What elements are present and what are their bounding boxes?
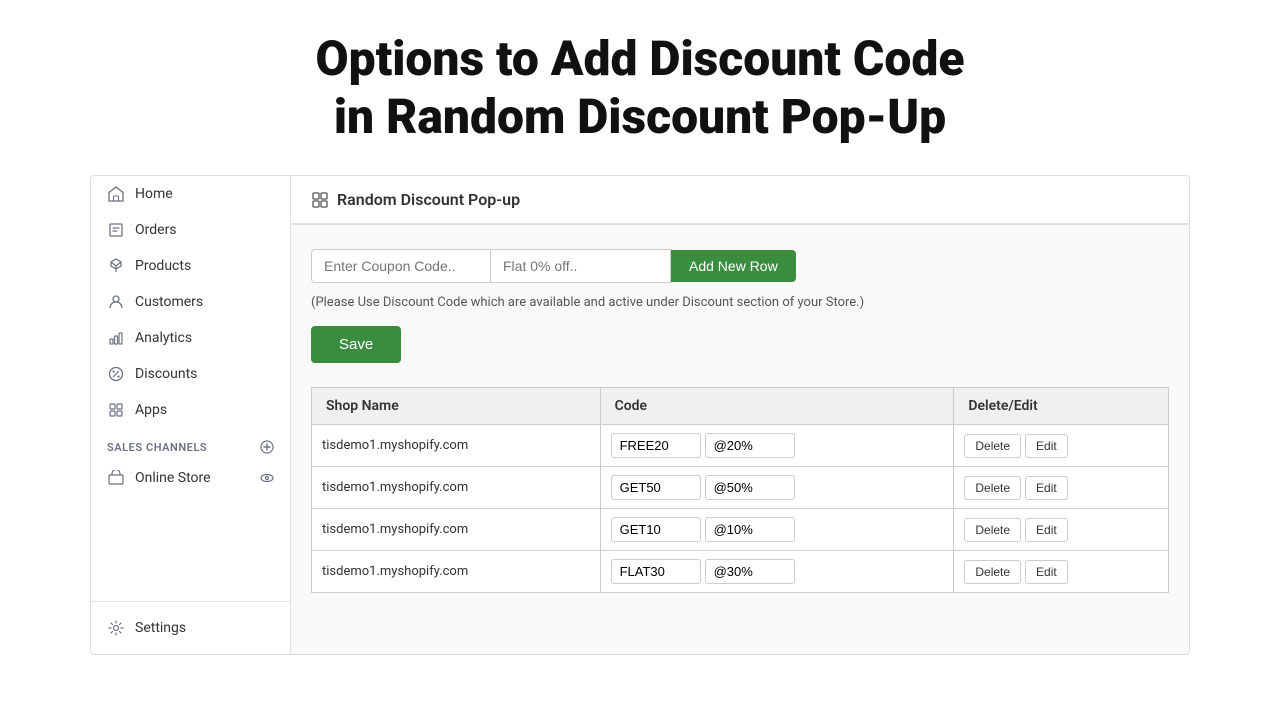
- code-input[interactable]: [611, 475, 701, 500]
- code-cell: [600, 467, 954, 509]
- table-row: tisdemo1.myshopify.com Delete Edit: [312, 425, 1169, 467]
- save-button[interactable]: Save: [311, 326, 401, 363]
- sidebar-item-discounts[interactable]: Discounts: [91, 356, 290, 392]
- sidebar-item-customers[interactable]: Customers: [91, 284, 290, 320]
- coupon-code-input[interactable]: [311, 249, 491, 283]
- sidebar-item-orders-label: Orders: [135, 222, 177, 238]
- code-input[interactable]: [611, 559, 701, 584]
- eye-icon[interactable]: [260, 471, 274, 485]
- panel-title: Random Discount Pop-up: [337, 190, 520, 209]
- edit-button[interactable]: Edit: [1025, 560, 1068, 584]
- sidebar-item-apps[interactable]: Apps: [91, 392, 290, 428]
- add-channel-icon[interactable]: [260, 440, 274, 454]
- customers-icon: [107, 293, 125, 311]
- sidebar-item-home[interactable]: Home: [91, 176, 290, 212]
- panel-body: Add New Row (Please Use Discount Code wh…: [291, 225, 1189, 617]
- disclaimer-text: (Please Use Discount Code which are avai…: [311, 295, 1169, 310]
- sidebar-nav: Home Orders Products: [91, 176, 290, 601]
- delete-button[interactable]: Delete: [964, 476, 1021, 500]
- code-cell: [600, 425, 954, 467]
- code-input[interactable]: [611, 517, 701, 542]
- sidebar: Home Orders Products: [91, 176, 291, 654]
- sidebar-item-customers-label: Customers: [135, 294, 203, 310]
- delete-button[interactable]: Delete: [964, 434, 1021, 458]
- sidebar-item-online-store[interactable]: Online Store: [91, 460, 290, 496]
- action-cell: Delete Edit: [954, 551, 1169, 593]
- sales-channels-header: SALES CHANNELS: [91, 428, 290, 460]
- action-cell: Delete Edit: [954, 467, 1169, 509]
- home-icon: [107, 185, 125, 203]
- flat-percent-input[interactable]: [491, 249, 671, 283]
- edit-button[interactable]: Edit: [1025, 476, 1068, 500]
- analytics-icon: [107, 329, 125, 347]
- apps-icon: [107, 401, 125, 419]
- online-store-icon: [107, 469, 125, 487]
- action-cell: Delete Edit: [954, 425, 1169, 467]
- delete-button[interactable]: Delete: [964, 560, 1021, 584]
- table-row: tisdemo1.myshopify.com Delete Edit: [312, 551, 1169, 593]
- col-delete-edit: Delete/Edit: [954, 388, 1169, 425]
- shop-name-cell: tisdemo1.myshopify.com: [312, 467, 601, 509]
- percent-input[interactable]: [705, 475, 795, 500]
- orders-icon: [107, 221, 125, 239]
- code-cell: [600, 551, 954, 593]
- discounts-icon: [107, 365, 125, 383]
- code-input[interactable]: [611, 433, 701, 458]
- sidebar-item-orders[interactable]: Orders: [91, 212, 290, 248]
- sidebar-item-products[interactable]: Products: [91, 248, 290, 284]
- delete-button[interactable]: Delete: [964, 518, 1021, 542]
- page-title: Options to Add Discount Code in Random D…: [0, 0, 1280, 175]
- add-discount-row: Add New Row: [311, 249, 1169, 283]
- products-icon: [107, 257, 125, 275]
- table-head: Shop Name Code Delete/Edit: [312, 388, 1169, 425]
- code-cell: [600, 509, 954, 551]
- sidebar-item-analytics[interactable]: Analytics: [91, 320, 290, 356]
- shop-name-cell: tisdemo1.myshopify.com: [312, 425, 601, 467]
- discount-table: Shop Name Code Delete/Edit tisdemo1.mysh…: [311, 387, 1169, 593]
- panel-header-icon: [311, 191, 329, 209]
- shop-name-cell: tisdemo1.myshopify.com: [312, 551, 601, 593]
- table-row: tisdemo1.myshopify.com Delete Edit: [312, 467, 1169, 509]
- sidebar-item-settings[interactable]: Settings: [91, 610, 290, 646]
- percent-input[interactable]: [705, 559, 795, 584]
- col-shop-name: Shop Name: [312, 388, 601, 425]
- app-layout: Home Orders Products: [90, 175, 1190, 655]
- table-row: tisdemo1.myshopify.com Delete Edit: [312, 509, 1169, 551]
- sidebar-item-analytics-label: Analytics: [135, 330, 192, 346]
- sidebar-item-home-label: Home: [135, 186, 173, 202]
- sidebar-item-discounts-label: Discounts: [135, 366, 197, 382]
- action-cell: Delete Edit: [954, 509, 1169, 551]
- sidebar-item-apps-label: Apps: [135, 402, 167, 418]
- sidebar-bottom: Settings: [91, 601, 290, 654]
- edit-button[interactable]: Edit: [1025, 518, 1068, 542]
- panel-header: Random Discount Pop-up: [291, 176, 1189, 225]
- percent-input[interactable]: [705, 433, 795, 458]
- settings-icon: [107, 619, 125, 637]
- percent-input[interactable]: [705, 517, 795, 542]
- settings-label: Settings: [135, 620, 186, 636]
- shop-name-cell: tisdemo1.myshopify.com: [312, 509, 601, 551]
- main-panel: Random Discount Pop-up Add New Row (Plea…: [291, 176, 1189, 654]
- edit-button[interactable]: Edit: [1025, 434, 1068, 458]
- table-body: tisdemo1.myshopify.com Delete Edit tisde…: [312, 425, 1169, 593]
- sidebar-item-products-label: Products: [135, 258, 191, 274]
- col-code: Code: [600, 388, 954, 425]
- add-new-row-button[interactable]: Add New Row: [671, 250, 796, 282]
